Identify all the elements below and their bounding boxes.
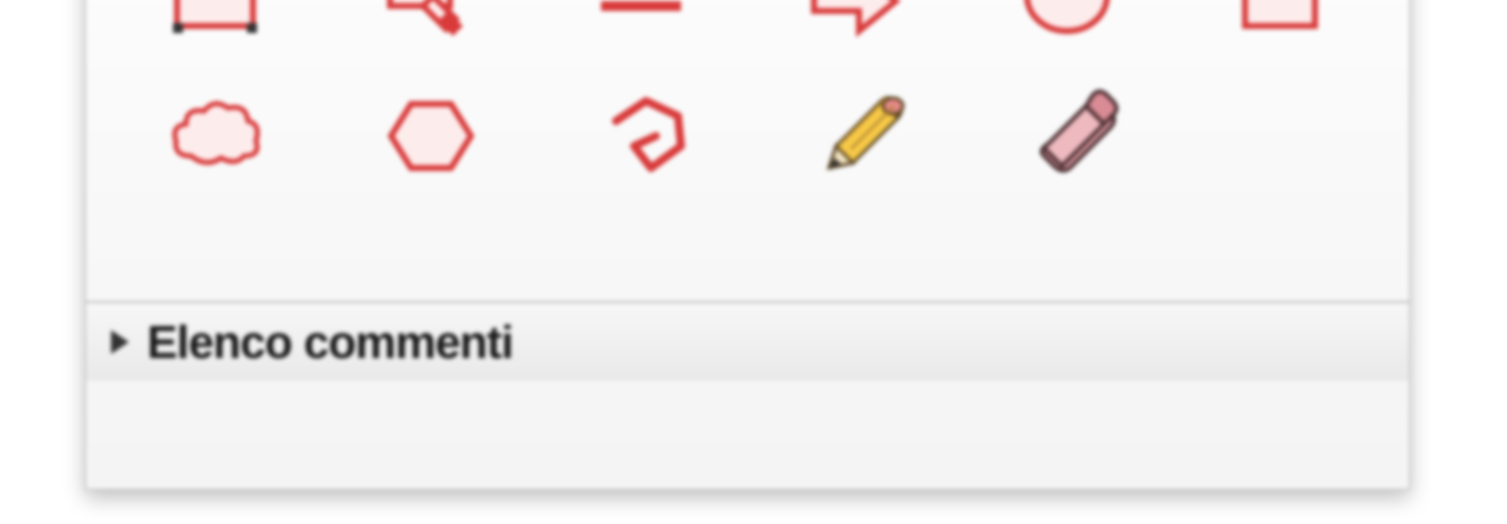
comments-panel-window: Elenco commenti (85, 0, 1410, 490)
stamp-icon (378, 0, 478, 41)
comments-list-header[interactable]: Elenco commenti (86, 301, 1409, 381)
pencil-tool[interactable] (801, 76, 921, 196)
cloud-icon (166, 86, 266, 186)
annotation-tools-row-2 (86, 41, 1409, 231)
rectangle-icon (1230, 0, 1330, 41)
circle-tool[interactable] (1008, 0, 1126, 41)
text-box-tool[interactable] (156, 0, 274, 41)
hexagon-tool[interactable] (371, 76, 491, 196)
line-icon (591, 0, 691, 41)
stamp-tool[interactable] (369, 0, 487, 41)
polygon-open-icon (596, 86, 696, 186)
line-tool[interactable] (582, 0, 700, 41)
annotation-tools-row-1 (86, 0, 1409, 41)
rectangle-tool[interactable] (1221, 0, 1339, 41)
pencil-icon (811, 86, 911, 186)
arrow-tool[interactable] (795, 0, 913, 41)
arrow-icon (804, 0, 904, 41)
disclosure-triangle-icon (111, 330, 129, 354)
cloud-tool[interactable] (156, 76, 276, 196)
hexagon-icon (381, 86, 481, 186)
eraser-tool[interactable] (1016, 76, 1136, 196)
eraser-icon (1026, 86, 1126, 186)
text-box-icon (165, 0, 265, 41)
circle-icon (1017, 0, 1117, 41)
comments-list-title: Elenco commenti (147, 315, 513, 369)
polygon-tool[interactable] (586, 76, 706, 196)
